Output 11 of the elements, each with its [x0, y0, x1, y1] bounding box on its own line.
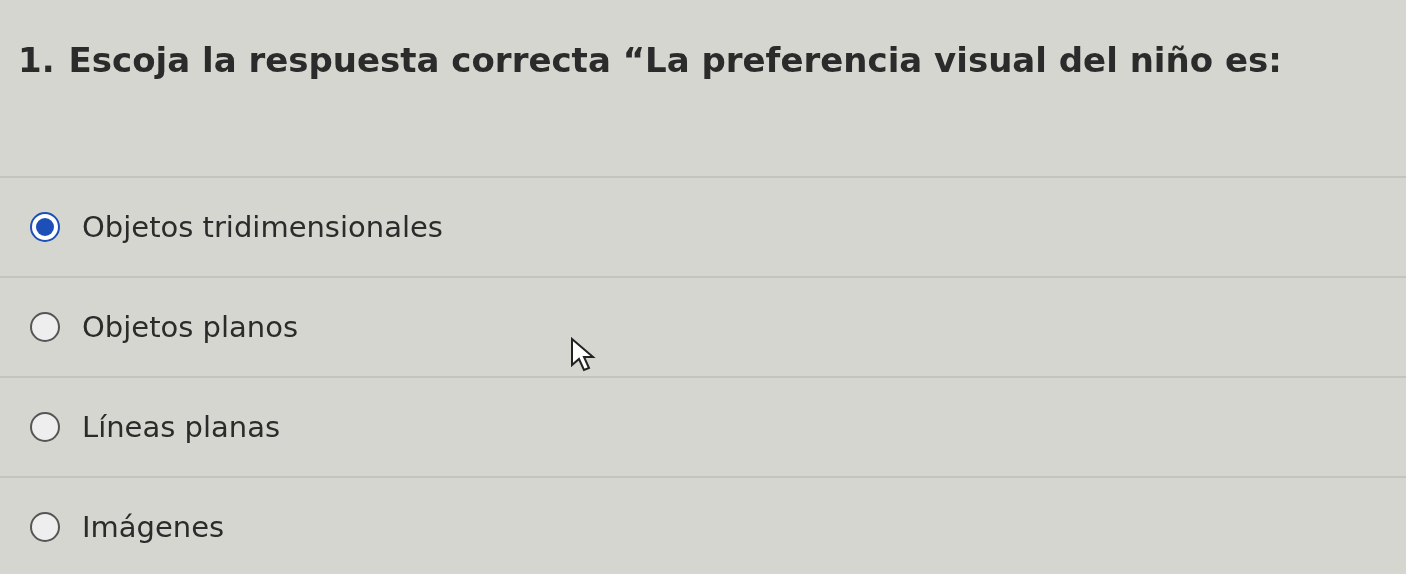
radio-button[interactable]: [30, 212, 60, 242]
pointer-icon: [570, 337, 598, 373]
radio-button[interactable]: [30, 312, 60, 342]
option-label: Imágenes: [82, 510, 225, 544]
option-label: Objetos tridimensionales: [82, 210, 443, 244]
option-label: Objetos planos: [82, 310, 299, 344]
radio-button[interactable]: [30, 412, 60, 442]
question-number: 1.: [18, 40, 55, 82]
option-label: Líneas planas: [82, 410, 281, 444]
question-text: Escoja la respuesta correcta “La preferencia visual del niño es:: [68, 40, 1282, 82]
radio-button[interactable]: [30, 512, 60, 542]
